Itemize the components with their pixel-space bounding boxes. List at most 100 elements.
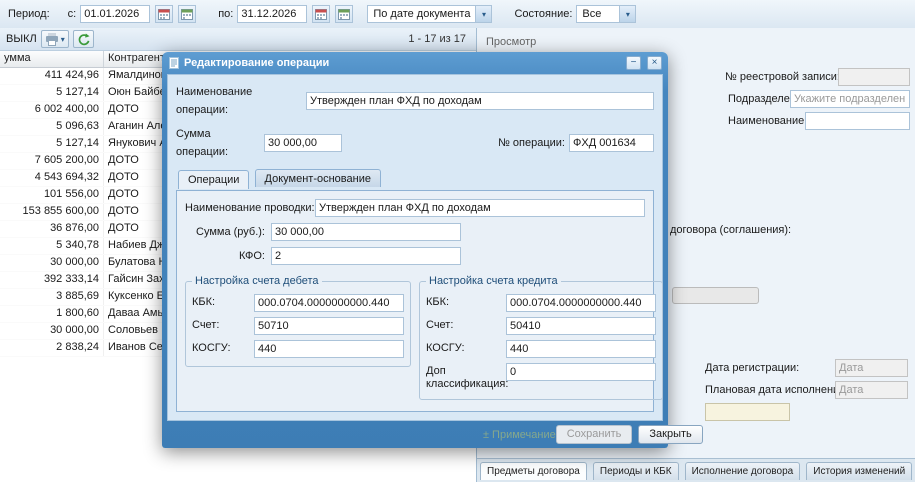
minimize-icon[interactable]: − — [626, 56, 641, 70]
document-icon — [169, 57, 179, 69]
debit-account-label: Счет: — [192, 319, 220, 331]
amount-cell: 153 855 600,00 — [0, 204, 104, 220]
state-select[interactable]: Все ▾ — [576, 5, 637, 23]
registration-date-label: Дата регистрации: — [705, 362, 800, 374]
chevron-down-icon: ▾ — [475, 6, 492, 22]
filter-toolbar: Период: с: по: По дате документа ▾ Состо… — [0, 0, 915, 29]
amount-cell: 2 838,24 — [0, 340, 104, 356]
calendar-select-icon[interactable] — [335, 5, 354, 23]
credit-account-fieldset: Настройка счета кредита КБК: Счет: КОСГУ… — [419, 275, 663, 400]
amount-cell: 36 876,00 — [0, 221, 104, 237]
date-type-select[interactable]: По дате документа ▾ — [367, 5, 493, 23]
plus-minus-icon: ± — [483, 428, 490, 441]
printer-icon — [45, 32, 58, 46]
date-from-label: с: — [67, 8, 77, 20]
dialog-titlebar[interactable]: Редактирование операции − × — [167, 52, 663, 74]
amount-cell: 5 096,63 — [0, 119, 104, 135]
name-field[interactable] — [805, 112, 910, 130]
save-button[interactable]: Сохранить — [555, 425, 633, 444]
planned-date-label: Плановая дата исполнения: — [705, 384, 849, 396]
amount-cell: 1 800,60 — [0, 306, 104, 322]
registry-number-field[interactable] — [838, 68, 910, 86]
tab-periods-kbk[interactable]: Периоды и КБК — [592, 462, 679, 480]
posting-name-label: Наименование проводки: — [185, 202, 315, 214]
chevron-down-icon: ▾ — [619, 6, 636, 22]
application-window: Период: с: по: По дате документа ▾ Состо… — [0, 0, 915, 482]
sum-rub-field[interactable] — [271, 223, 461, 241]
operation-number-field[interactable] — [569, 134, 654, 152]
unlabeled-field[interactable] — [705, 403, 790, 421]
column-header-amount[interactable]: умма — [0, 51, 104, 67]
credit-kosgu-label: КОСГУ: — [426, 342, 465, 354]
debit-kbk-field[interactable] — [254, 294, 404, 312]
amount-cell: 411 424,96 — [0, 68, 104, 84]
action-button[interactable] — [672, 287, 759, 304]
credit-extra-class-field[interactable] — [506, 363, 656, 381]
amount-cell: 30 000,00 — [0, 255, 104, 271]
debit-kosgu-field[interactable] — [254, 340, 404, 358]
refresh-icon — [78, 32, 90, 45]
refresh-button[interactable] — [72, 30, 94, 48]
debit-account-field[interactable] — [254, 317, 404, 335]
debit-fieldset-title: Настройка счета дебета — [195, 275, 319, 287]
operation-sum-label: Сумма операции: — [176, 128, 229, 158]
credit-extra-class-label: Доп классификация: — [426, 365, 509, 390]
period-label: Период: — [8, 8, 50, 20]
print-button[interactable]: ▾ — [40, 30, 69, 48]
operations-tab-panel: Наименование проводки: Сумма (руб.): КФО… — [176, 191, 663, 412]
credit-kbk-field[interactable] — [506, 294, 656, 312]
close-icon[interactable]: × — [647, 56, 662, 70]
name-label: Наименование: — [728, 115, 808, 127]
amount-cell: 3 885,69 — [0, 289, 104, 305]
amount-cell: 392 333,14 — [0, 272, 104, 288]
division-field[interactable] — [790, 90, 910, 108]
kfo-label: КФО: — [238, 250, 265, 262]
toggle-button[interactable]: ВЫКЛ — [6, 33, 37, 45]
date-to-input[interactable] — [237, 5, 308, 23]
posting-name-field[interactable] — [315, 199, 645, 217]
state-label: Состояние: — [514, 8, 573, 20]
amount-cell: 5 127,14 — [0, 85, 104, 101]
amount-cell: 4 543 694,32 — [0, 170, 104, 186]
tab-operations[interactable]: Операции — [178, 170, 250, 189]
operation-name-field[interactable] — [306, 92, 654, 110]
view-panel-title: Просмотр — [486, 36, 537, 48]
contract-subject-label: договора (соглашения): — [670, 224, 792, 236]
dialog-body: Наименование операции: Сумма операции: №… — [167, 74, 663, 421]
amount-cell: 5 127,14 — [0, 136, 104, 152]
calendar-select-icon[interactable] — [178, 5, 197, 23]
debit-account-fieldset: Настройка счета дебета КБК: Счет: КОСГУ: — [185, 275, 411, 367]
calendar-icon[interactable] — [312, 5, 331, 23]
debit-kosgu-label: КОСГУ: — [192, 342, 231, 354]
tab-change-history[interactable]: История изменений — [806, 462, 913, 480]
close-button[interactable]: Закрыть — [638, 425, 703, 444]
bottom-tab-bar: Предметы договора Периоды и КБК Исполнен… — [477, 458, 915, 482]
tab-contract-subjects[interactable]: Предметы договора — [480, 462, 587, 480]
credit-account-field[interactable] — [506, 317, 656, 335]
dialog-tabstrip: Операции Документ-основание — [176, 169, 654, 191]
chevron-down-icon: ▾ — [60, 34, 65, 44]
date-from-input[interactable] — [80, 5, 151, 23]
debit-kbk-label: КБК: — [192, 296, 216, 308]
kfo-field[interactable] — [271, 247, 461, 265]
dialog-footer: ± Примечание Сохранить Закрыть — [167, 421, 703, 448]
tab-source-document[interactable]: Документ-основание — [254, 169, 381, 187]
date-type-value: По дате документа — [373, 8, 471, 20]
amount-cell: 101 556,00 — [0, 187, 104, 203]
credit-kosgu-field[interactable] — [506, 340, 656, 358]
tab-contract-execution[interactable]: Исполнение договора — [684, 462, 801, 480]
credit-kbk-label: КБК: — [426, 296, 450, 308]
calendar-icon[interactable] — [155, 5, 174, 23]
edit-operation-dialog: Редактирование операции − × Наименование… — [162, 52, 703, 448]
grid-toolbar: ВЫКЛ ▾ 1 - 17 из 17 — [0, 28, 476, 51]
dialog-title: Редактирование операции — [184, 57, 330, 69]
registration-date-field[interactable] — [835, 359, 908, 377]
note-toggle[interactable]: ± Примечание — [483, 429, 556, 441]
credit-fieldset-title: Настройка счета кредита — [429, 275, 558, 287]
credit-account-label: Счет: — [426, 319, 454, 331]
planned-date-field[interactable] — [835, 381, 908, 399]
pager-text: 1 - 17 из 17 — [408, 33, 466, 45]
amount-cell: 6 002 400,00 — [0, 102, 104, 118]
sum-rub-label: Сумма (руб.): — [196, 226, 265, 238]
operation-sum-field[interactable] — [264, 134, 342, 152]
